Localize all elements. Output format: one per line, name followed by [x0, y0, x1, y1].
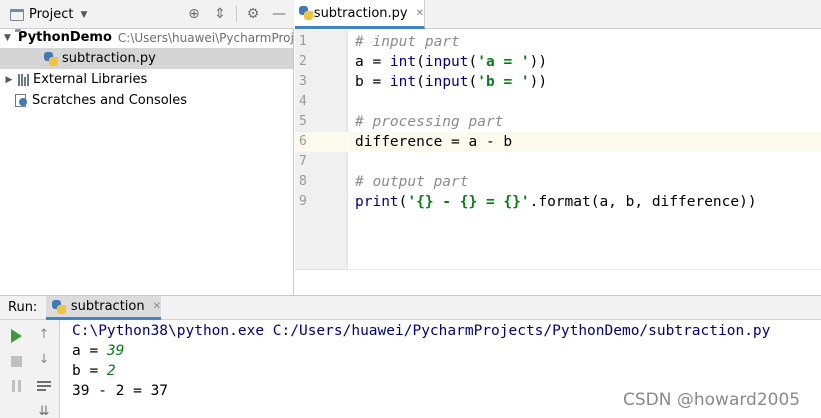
- editor-tab-subtraction-py[interactable]: subtraction.py ✕: [295, 0, 425, 29]
- run-panel-header: Run: subtraction ✕: [0, 295, 821, 320]
- project-tool-window: Project ▼ ⊕ ⇕ ⚙ — ▼ PythonDemo C:\Users\…: [0, 0, 294, 295]
- console-user-input: 39: [106, 343, 125, 359]
- code-builtin: int: [389, 74, 417, 90]
- scratches-icon: [15, 94, 28, 107]
- line-number-gutter: 1 2 3 4 5 6 7 8 9: [295, 30, 348, 269]
- tree-item-label: PythonDemo: [17, 30, 112, 45]
- line-number: 7: [299, 154, 307, 169]
- down-arrow-icon[interactable]: ↓: [35, 350, 53, 368]
- code-token: (: [468, 74, 478, 90]
- console-line: b = 2: [72, 361, 116, 381]
- gear-icon[interactable]: ⚙: [244, 5, 262, 23]
- project-panel-title: Project: [29, 7, 74, 22]
- project-panel-header: Project ▼ ⊕ ⇕ ⚙ —: [0, 0, 294, 29]
- code-comment: # output part: [355, 174, 469, 190]
- locate-file-icon[interactable]: ⊕: [185, 5, 203, 23]
- code-token: difference = a - b: [355, 134, 513, 150]
- pause-icon: [11, 380, 21, 392]
- console-prompt: a =: [72, 343, 107, 359]
- close-icon[interactable]: ✕: [416, 8, 424, 19]
- python-file-icon: [299, 6, 313, 20]
- console-line: a = 39: [72, 341, 124, 361]
- play-icon: [10, 329, 22, 343]
- tree-item-path: C:\Users\huawei\PycharmProjects\PythonDe…: [117, 30, 293, 45]
- chevron-down-icon[interactable]: ▼: [4, 33, 11, 43]
- tree-item-label: subtraction.py: [62, 51, 156, 66]
- editor-tab-bar: subtraction.py ✕: [295, 0, 821, 29]
- code-builtin: input: [424, 54, 469, 70]
- code-string: 'b = ': [477, 74, 530, 90]
- python-file-icon: [52, 299, 66, 314]
- python-file-icon: [44, 51, 58, 66]
- code-builtin: int: [389, 54, 417, 70]
- console-command-line: C:\Python38\python.exe C:/Users/huawei/P…: [72, 323, 771, 339]
- tree-item-label: External Libraries: [33, 72, 148, 87]
- line-number: 3: [299, 74, 307, 89]
- code-line[interactable]: # processing part: [349, 112, 821, 132]
- tree-item-label: Scratches and Consoles: [32, 93, 188, 108]
- run-tab-label: subtraction: [70, 299, 145, 314]
- project-icon: [10, 8, 24, 21]
- soft-wrap-button[interactable]: [35, 377, 53, 395]
- code-builtin: print: [355, 194, 399, 210]
- tree-item-subtraction-py[interactable]: subtraction.py: [0, 48, 293, 69]
- watermark: CSDN @howard2005: [623, 390, 801, 410]
- code-line-current[interactable]: difference = a - b: [349, 132, 821, 152]
- code-token: b =: [355, 74, 390, 90]
- editor-tab-label: subtraction.py: [313, 5, 408, 21]
- line-number: 8: [299, 174, 307, 189]
- run-tab-subtraction[interactable]: subtraction ✕: [46, 296, 161, 320]
- code-line[interactable]: # output part: [349, 172, 821, 192]
- collapse-all-icon[interactable]: ⇕: [211, 5, 229, 23]
- code-line[interactable]: print('{} - {} = {}'.format(a, b, differ…: [349, 192, 821, 212]
- stop-icon: [10, 355, 22, 367]
- header-divider: [236, 6, 237, 22]
- chevron-down-icon[interactable]: ▼: [80, 10, 87, 20]
- code-line[interactable]: [349, 92, 821, 112]
- code-token: (: [416, 54, 425, 70]
- pause-button[interactable]: [7, 377, 25, 395]
- line-number: 2: [299, 54, 307, 69]
- console-user-input: 2: [106, 363, 116, 379]
- editor-footer: [295, 269, 821, 295]
- code-comment: # processing part: [355, 114, 504, 130]
- code-comment: # input part: [355, 34, 460, 50]
- line-number: 1: [299, 34, 307, 49]
- line-number: 4: [299, 94, 307, 109]
- code-line[interactable]: [349, 152, 821, 172]
- code-token: )): [529, 54, 548, 70]
- code-token: (: [416, 74, 425, 90]
- scroll-to-end-icon[interactable]: ⇊: [35, 402, 53, 418]
- project-view-selector[interactable]: Project ▼: [10, 6, 87, 23]
- rerun-button[interactable]: [7, 327, 25, 345]
- code-token: .format(a, b, difference)): [529, 194, 757, 210]
- console-prompt: b =: [72, 363, 107, 379]
- code-line[interactable]: # input part: [349, 32, 821, 52]
- up-arrow-icon[interactable]: ↑: [35, 325, 53, 343]
- code-line[interactable]: a = int(input('a = ')): [349, 52, 821, 72]
- code-line[interactable]: b = int(input('b = ')): [349, 72, 821, 92]
- soft-wrap-icon: [37, 381, 51, 391]
- line-number: 6: [295, 132, 348, 152]
- console-output-line: 39 - 2 = 37: [72, 383, 169, 399]
- library-icon: [18, 73, 29, 86]
- run-label: Run:: [8, 300, 38, 315]
- stop-button[interactable]: [7, 352, 25, 370]
- run-toolbar: ↑ ↓ ⇊: [0, 320, 60, 418]
- code-token: )): [529, 74, 548, 90]
- hide-panel-icon[interactable]: —: [270, 5, 288, 23]
- tree-item-scratches[interactable]: Scratches and Consoles: [0, 90, 293, 111]
- close-icon[interactable]: ✕: [153, 301, 161, 312]
- code-editor[interactable]: # input part a = int(input('a = ')) b = …: [349, 30, 821, 269]
- tree-item-pythondemo[interactable]: ▼ PythonDemo C:\Users\huawei\PycharmProj…: [0, 27, 293, 48]
- code-string: '{} - {} = {}': [407, 194, 530, 210]
- line-number: 5: [299, 114, 307, 129]
- code-string: 'a = ': [477, 54, 530, 70]
- line-number: 9: [299, 194, 307, 209]
- code-builtin: input: [424, 74, 469, 90]
- tree-item-external-libraries[interactable]: ▶ External Libraries: [0, 69, 293, 90]
- code-token: (: [468, 54, 478, 70]
- code-token: a =: [355, 54, 390, 70]
- chevron-right-icon[interactable]: ▶: [4, 75, 14, 85]
